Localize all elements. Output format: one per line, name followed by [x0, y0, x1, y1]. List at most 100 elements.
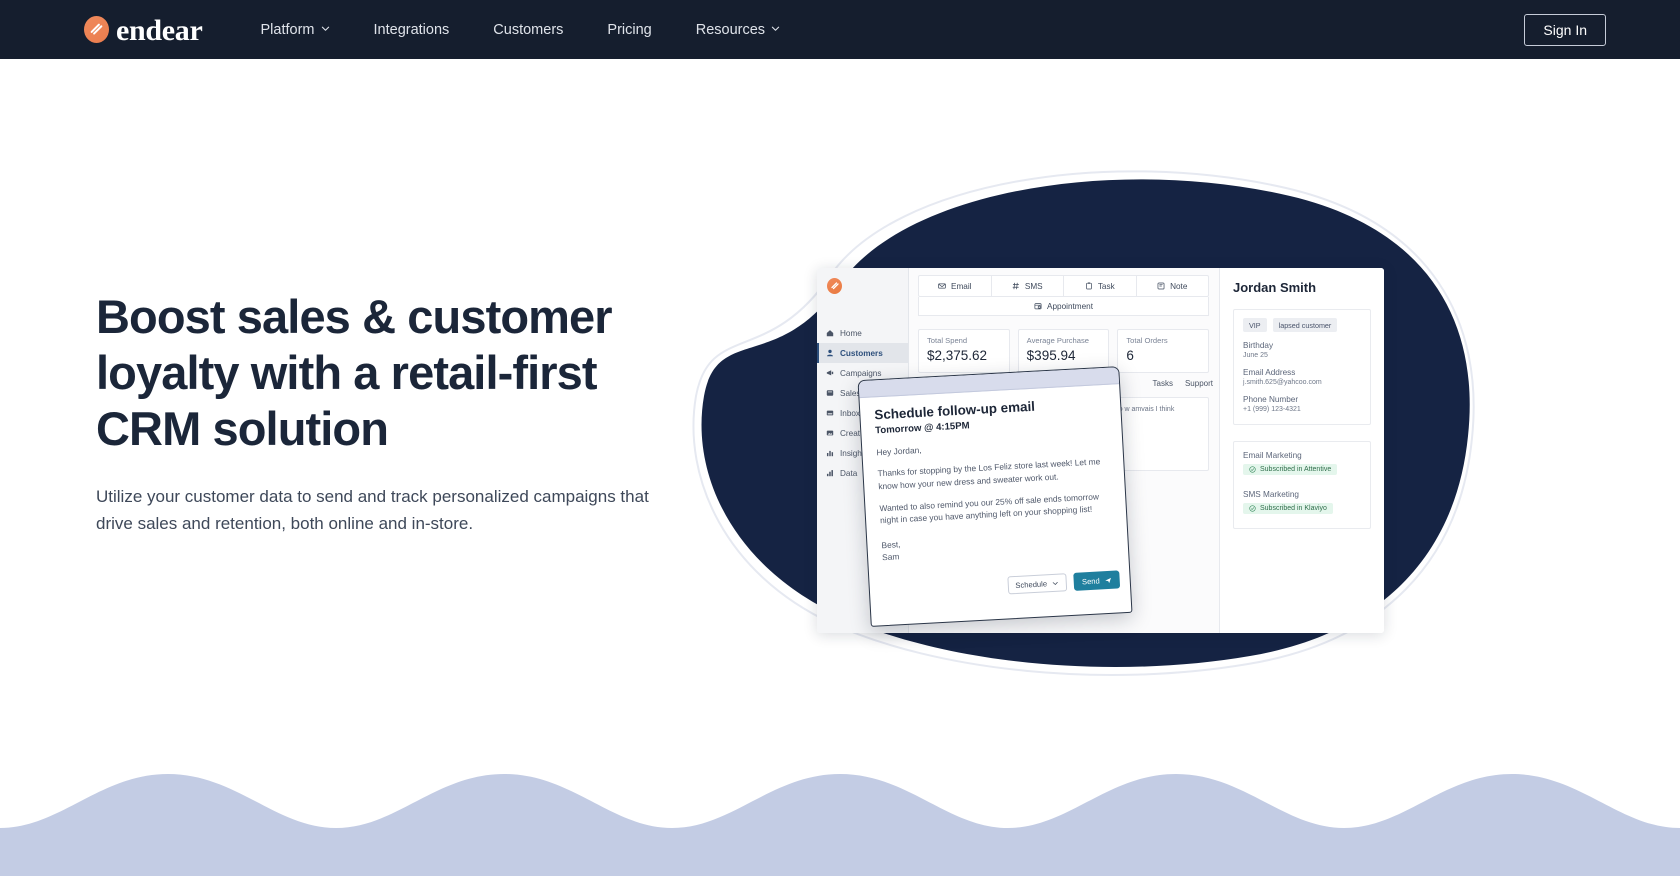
field-value: June 25	[1243, 352, 1268, 359]
tab-email[interactable]: Email	[919, 276, 992, 296]
tab-appointment-label: Appointment	[1047, 301, 1093, 311]
calendar-icon	[1034, 302, 1042, 310]
sidebar-item-campaigns-label: Campaigns	[840, 368, 882, 378]
status-badge-vip: VIP	[1243, 318, 1267, 332]
mockup-app-logo	[817, 268, 908, 304]
note-icon	[1157, 282, 1165, 290]
field-value: +1 (999) 123-4321	[1243, 406, 1301, 413]
nav-item-integrations[interactable]: Integrations	[352, 22, 472, 38]
inbox-icon	[826, 409, 834, 417]
email-paragraph-2: Wanted to also remind you our 25% off sa…	[879, 491, 1100, 526]
stat-label: Average Purchase	[1026, 336, 1090, 345]
schedule-button-label: Schedule	[1015, 578, 1048, 590]
stat-card-total-spend: Total Spend $2,375.62	[918, 329, 1010, 373]
bar-chart-icon	[826, 449, 834, 457]
nav-item-platform-label: Platform	[260, 21, 315, 38]
nav-links: Platform Integrations Customers Pricing …	[239, 22, 803, 38]
chevron-down-icon	[1052, 579, 1059, 586]
field-email-address: Email Address j.smith.625@yahcoo.com	[1243, 368, 1361, 386]
sidebar-item-customers[interactable]: Customers	[817, 343, 908, 363]
email-marketing-status-text: Subscribed in Attentive	[1260, 466, 1332, 473]
stat-value: 6	[1126, 348, 1134, 363]
compose-tab-bar: Email SMS Task Note	[918, 275, 1209, 297]
tab-task-label: Task	[1097, 281, 1115, 291]
hash-icon	[1012, 282, 1020, 290]
endear-logo-icon	[827, 278, 842, 294]
customer-info-card: VIP lapsed customer Birthday June 25 Ema…	[1233, 309, 1371, 425]
tab-note[interactable]: Note	[1137, 276, 1209, 296]
sidebar-item-data-label: Data	[840, 468, 858, 478]
field-birthday: Birthday June 25	[1243, 341, 1361, 359]
sub-tab-support[interactable]: Support	[1185, 379, 1213, 388]
tab-note-label: Note	[1170, 281, 1188, 291]
check-circle-icon	[1249, 466, 1256, 473]
email-greeting: Hey Jordan,	[876, 444, 922, 458]
nav-item-customers-label: Customers	[493, 21, 564, 38]
send-button-label: Send	[1081, 575, 1100, 586]
marketing-subscriptions-card: Email Marketing Subscribed in Attentive …	[1233, 441, 1371, 529]
nav-item-integrations-label: Integrations	[373, 21, 450, 38]
hero-copy: Boost sales & customer loyalty with a re…	[96, 289, 706, 538]
sms-marketing-label: SMS Marketing	[1243, 490, 1299, 499]
email-card-actions: Schedule Send	[1006, 570, 1121, 595]
tab-appointment[interactable]: Appointment	[918, 297, 1209, 316]
customer-name: Jordan Smith	[1233, 280, 1317, 295]
sidebar-item-home[interactable]: Home	[817, 323, 908, 343]
home-icon	[826, 329, 834, 337]
top-navigation-bar: endear Platform Integrations Customers P…	[0, 0, 1680, 59]
nav-item-resources-label: Resources	[695, 21, 766, 38]
sub-tab-tasks[interactable]: Tasks	[1153, 379, 1173, 388]
check-circle-icon	[1249, 505, 1256, 512]
stat-label: Total Orders	[1126, 336, 1168, 345]
nav-item-resources[interactable]: Resources	[674, 22, 802, 38]
brand-name: endear	[116, 13, 203, 47]
stat-cards: Total Spend $2,375.62 Average Purchase $…	[918, 329, 1210, 373]
nav-item-customers[interactable]: Customers	[471, 22, 585, 38]
nav-item-pricing[interactable]: Pricing	[585, 22, 673, 38]
page-title: Boost sales & customer loyalty with a re…	[96, 290, 613, 455]
field-label: Birthday	[1243, 341, 1274, 350]
wave-decoration	[0, 766, 1680, 876]
sidebar-item-inbox-label: Inbox	[840, 408, 861, 418]
brand-logo[interactable]: endear	[84, 15, 203, 45]
data-icon	[826, 469, 834, 477]
person-icon	[826, 349, 834, 357]
field-value: j.smith.625@yahcoo.com	[1243, 379, 1322, 386]
send-button[interactable]: Send	[1073, 570, 1121, 591]
nav-item-platform[interactable]: Platform	[239, 22, 352, 38]
tab-email-label: Email	[951, 281, 972, 291]
field-label: Phone Number	[1243, 395, 1299, 404]
nav-item-pricing-label: Pricing	[607, 21, 652, 38]
stat-card-total-orders: Total Orders 6	[1117, 329, 1210, 373]
stat-label: Total Spend	[927, 336, 968, 345]
sidebar-item-customers-label: Customers	[840, 348, 883, 358]
sms-marketing-group: SMS Marketing Subscribed in Klaviyo	[1243, 490, 1361, 517]
hero-section: Boost sales & customer loyalty with a re…	[0, 59, 1680, 876]
tab-sms[interactable]: SMS	[992, 276, 1064, 296]
image-icon	[826, 429, 834, 437]
endear-logo-icon	[84, 16, 109, 43]
field-phone-number: Phone Number +1 (999) 123-4321	[1243, 395, 1361, 413]
email-paragraph-1: Thanks for stopping by the Los Feliz sto…	[877, 456, 1101, 491]
chevron-down-icon	[321, 24, 330, 33]
email-compose-card: Schedule follow-up email Tomorrow @ 4:15…	[857, 366, 1133, 627]
schedule-button[interactable]: Schedule	[1006, 573, 1068, 595]
field-label: Email Address	[1243, 368, 1296, 377]
email-signature: Best, Sam	[881, 527, 1114, 564]
email-marketing-group: Email Marketing Subscribed in Attentive	[1243, 451, 1361, 478]
sidebar-item-home-label: Home	[840, 328, 862, 338]
sms-marketing-status: Subscribed in Klaviyo	[1243, 503, 1333, 514]
customer-detail-panel: Jordan Smith VIP lapsed customer Birthda…	[1219, 268, 1384, 633]
email-marketing-status: Subscribed in Attentive	[1243, 464, 1338, 475]
envelope-icon	[938, 282, 946, 290]
status-badge-lapsed: lapsed customer	[1272, 318, 1338, 332]
chat-icon	[826, 389, 834, 397]
email-marketing-label: Email Marketing	[1243, 451, 1302, 460]
hero-subtitle: Utilize your customer data to send and t…	[96, 486, 649, 534]
sign-in-button[interactable]: Sign In	[1524, 14, 1606, 46]
chevron-down-icon	[771, 24, 780, 33]
email-card-body: Schedule follow-up email Tomorrow @ 4:15…	[859, 384, 1128, 564]
tab-task[interactable]: Task	[1064, 276, 1137, 296]
megaphone-icon	[826, 369, 834, 377]
customer-tags: VIP lapsed customer	[1243, 318, 1361, 332]
